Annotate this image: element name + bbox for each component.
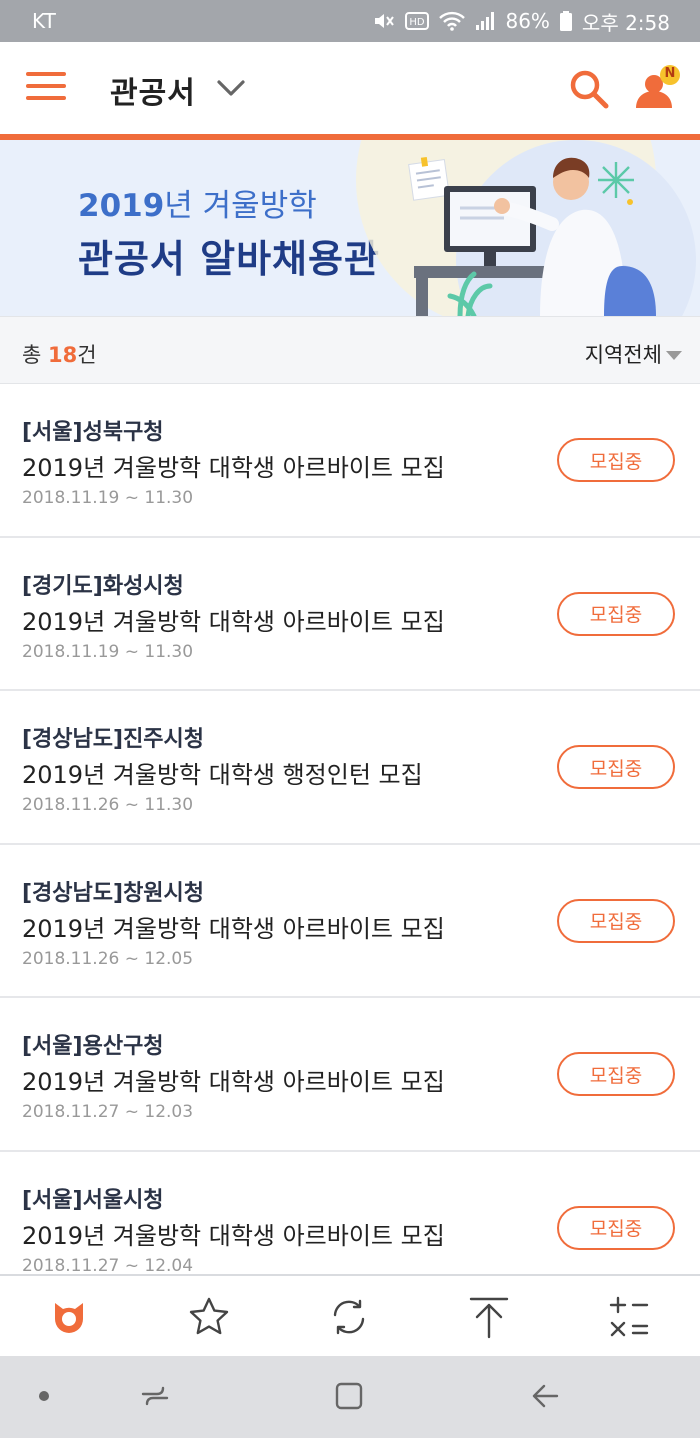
wifi-icon [439, 11, 466, 31]
status-badge[interactable]: 모집중 [557, 898, 675, 943]
system-nav-bar [0, 1356, 700, 1438]
clock: 오후 2:58 [581, 10, 670, 35]
list-item[interactable]: [서울]용산구청 2019년 겨울방학 대학생 아르바이트 모집 2018.11… [0, 998, 700, 1152]
promo-banner[interactable]: 2019년 겨울방학 관공서 알바채용관 [0, 140, 700, 316]
svg-text:HD: HD [410, 17, 426, 28]
user-button[interactable]: N [632, 64, 682, 112]
tab-calculator[interactable] [604, 1292, 654, 1342]
tab-scroll-top[interactable] [464, 1292, 514, 1342]
job-org: [경상남도]진주시청 [22, 727, 205, 752]
app-header: 관공서 N [0, 42, 700, 134]
status-badge[interactable]: 모집중 [557, 1205, 675, 1250]
back-button[interactable] [522, 1376, 568, 1416]
page-title[interactable]: 관공서 [110, 68, 196, 112]
search-icon[interactable] [568, 68, 610, 110]
status-bar: KT HD 86% 오후 2:58 [0, 0, 700, 42]
job-date: 2018.11.27 ~ 12.04 [22, 1255, 194, 1275]
list-item[interactable]: [경상남도]창원시청 2019년 겨울방학 대학생 아르바이트 모집 2018.… [0, 845, 700, 998]
job-org: [서울]성북구청 [22, 420, 164, 445]
job-title: 2019년 겨울방학 대학생 아르바이트 모집 [22, 454, 445, 482]
battery-percent: 86% [505, 9, 550, 33]
recent-apps-button[interactable] [132, 1376, 178, 1416]
refresh-icon [333, 1299, 365, 1335]
filter-bar: 총 18건 지역전체 [0, 316, 700, 384]
status-badge[interactable]: 모집중 [557, 438, 675, 482]
mute-icon [375, 14, 395, 28]
back-arrow-icon [532, 1384, 559, 1408]
list-item[interactable]: [서울]성북구청 2019년 겨울방학 대학생 아르바이트 모집 2018.11… [0, 384, 700, 538]
region-label: 지역전체 [584, 343, 662, 367]
job-list: [서울]성북구청 2019년 겨울방학 대학생 아르바이트 모집 2018.11… [0, 384, 700, 1274]
bottom-tab-bar [0, 1274, 700, 1356]
menu-icon[interactable] [26, 72, 66, 104]
sys-dot-button[interactable] [32, 1376, 56, 1416]
status-indicators: HD 86% 오후 2:58 [373, 7, 670, 36]
total-count: 총 18건 [22, 343, 97, 367]
banner-title: 관공서 알바채용관 [78, 237, 380, 281]
banner-subtitle: 2019년 겨울방학 [78, 188, 317, 224]
square-icon [335, 1382, 363, 1410]
job-org: [경기도]화성시청 [22, 573, 184, 599]
carrier-label: KT [32, 9, 56, 33]
chevron-down-icon[interactable] [216, 78, 246, 98]
star-icon [189, 1297, 229, 1335]
tab-home[interactable] [44, 1292, 94, 1342]
job-title: 2019년 겨울방학 대학생 아르바이트 모집 [22, 1068, 445, 1096]
signal-icon [476, 12, 495, 30]
job-date: 2018.11.26 ~ 11.30 [22, 795, 194, 815]
status-badge[interactable]: 모집중 [557, 1052, 675, 1096]
list-item[interactable]: [서울]서울시청 2019년 겨울방학 대학생 아르바이트 모집 2018.11… [0, 1152, 700, 1275]
job-date: 2018.11.26 ~ 12.05 [22, 948, 194, 969]
job-date: 2018.11.19 ~ 11.30 [22, 641, 194, 662]
calculator-icon [609, 1296, 649, 1337]
list-item[interactable]: [경기도]화성시청 2019년 겨울방학 대학생 아르바이트 모집 2018.1… [0, 538, 700, 691]
scroll-top-icon [469, 1297, 509, 1339]
job-title: 2019년 겨울방학 대학생 아르바이트 모집 [22, 914, 445, 943]
status-badge[interactable]: 모집중 [557, 745, 675, 789]
job-title: 2019년 겨울방학 대학생 아르바이트 모집 [22, 1221, 445, 1250]
recent-apps-icon [141, 1386, 169, 1406]
tab-favorites[interactable] [184, 1292, 234, 1342]
tab-refresh[interactable] [324, 1292, 374, 1342]
region-dropdown[interactable]: 지역전체 [585, 339, 682, 369]
hd-icon: HD [405, 12, 430, 30]
home-button[interactable] [326, 1376, 372, 1416]
job-org: [경상남도]창원시청 [22, 880, 205, 906]
job-title: 2019년 겨울방학 대학생 아르바이트 모집 [22, 607, 445, 636]
dot-icon [39, 1391, 49, 1401]
status-badge[interactable]: 모집중 [557, 591, 675, 636]
caret-down-icon [666, 350, 682, 360]
notification-badge: N [664, 66, 676, 81]
list-item[interactable]: [경상남도]진주시청 2019년 겨울방학 대학생 행정인턴 모집 2018.1… [0, 691, 700, 845]
job-org: [서울]서울시청 [22, 1187, 164, 1213]
job-date: 2018.11.27 ~ 12.03 [22, 1102, 194, 1122]
job-date: 2018.11.19 ~ 11.30 [22, 488, 194, 508]
home-icon [55, 1303, 83, 1333]
job-title: 2019년 겨울방학 대학생 행정인턴 모집 [22, 761, 423, 789]
battery-icon [559, 11, 572, 31]
job-org: [서울]용산구청 [22, 1034, 164, 1059]
banner-illustration [356, 140, 696, 316]
